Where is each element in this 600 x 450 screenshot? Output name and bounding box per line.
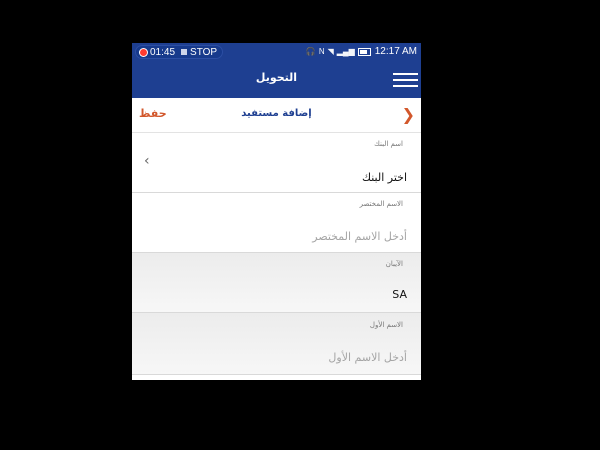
first-name-label: الاسم الأول xyxy=(369,321,403,329)
short-name-field[interactable]: الاسم المختصر أدخل الاسم المختصر xyxy=(132,193,421,253)
status-icons: 🎧 N ◥ ▂▄▆ 12:17 AM xyxy=(306,46,417,57)
bank-label: اسم البنك xyxy=(374,140,403,148)
iban-field[interactable]: الآيبان SA xyxy=(132,253,421,313)
menu-icon[interactable] xyxy=(393,73,418,87)
battery-icon xyxy=(357,47,371,56)
stop-label[interactable]: STOP xyxy=(190,47,217,58)
phone-screen: 01:45 STOP 🎧 N ◥ ▂▄▆ 12:17 AM التحويل حف… xyxy=(132,43,421,380)
status-clock: 12:17 AM xyxy=(374,46,417,57)
record-time: 01:45 xyxy=(150,46,176,58)
page-title: التحويل xyxy=(255,71,298,84)
sub-header-title: إضافة مستفيد xyxy=(241,108,312,119)
bank-select[interactable]: اسم البنك ‹ اختر البنك xyxy=(132,133,421,193)
status-bar: 01:45 STOP 🎧 N ◥ ▂▄▆ 12:17 AM xyxy=(132,43,421,61)
signal-icon: ▂▄▆ xyxy=(336,47,355,56)
short-name-input[interactable]: أدخل الاسم المختصر xyxy=(312,230,407,243)
back-chevron-icon[interactable]: ❯ xyxy=(402,105,415,124)
screen-recorder-pill[interactable]: 01:45 STOP xyxy=(135,45,223,59)
record-dot-icon xyxy=(140,48,147,56)
first-name-input[interactable]: أدخل الاسم الأول xyxy=(328,351,407,364)
headset-icon: 🎧 xyxy=(305,47,316,56)
chevron-left-icon[interactable]: ‹ xyxy=(144,153,150,169)
wifi-icon: ◥ xyxy=(327,47,334,56)
first-name-field[interactable]: الاسم الأول أدخل الاسم الأول xyxy=(132,313,421,375)
bank-value[interactable]: اختر البنك xyxy=(362,171,407,184)
nfc-icon: N xyxy=(318,47,325,56)
sub-header: حفظ إضافة مستفيد ❯ xyxy=(132,98,421,133)
app-bar: التحويل xyxy=(132,61,421,98)
iban-input[interactable]: SA xyxy=(392,288,407,301)
short-name-label: الاسم المختصر xyxy=(359,200,403,208)
iban-label: الآيبان xyxy=(385,260,403,268)
stop-icon xyxy=(181,49,188,55)
